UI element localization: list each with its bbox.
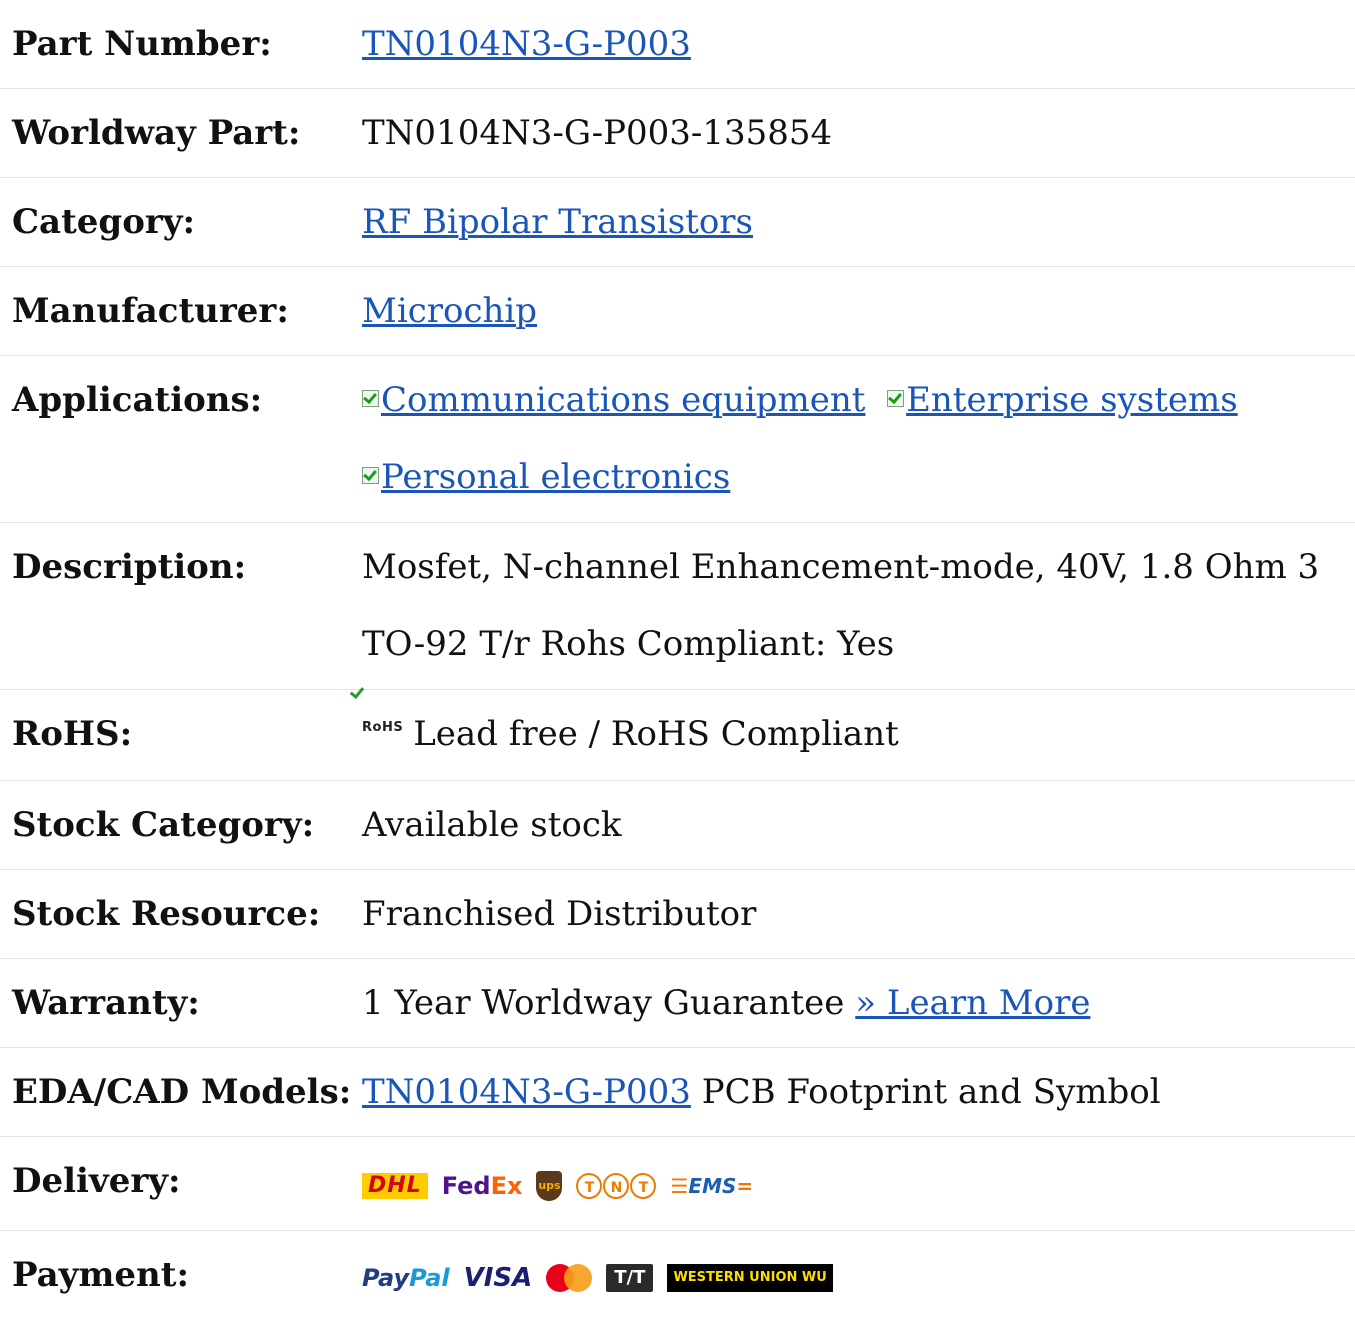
eda-cad-link[interactable]: TN0104N3-G-P003	[362, 1072, 691, 1112]
row-description: Description: Mosfet, N-channel Enhanceme…	[0, 523, 1355, 690]
fedex-logo-icon: FedEx	[441, 1172, 523, 1200]
worldway-part-label: Worldway Part:	[12, 113, 301, 153]
rohs-label: RoHS:	[12, 714, 133, 754]
stock-category-label: Stock Category:	[12, 805, 315, 845]
visa-logo-icon: VISA	[463, 1263, 533, 1293]
product-details-table: Part Number: TN0104N3-G-P003 Worldway Pa…	[0, 0, 1355, 1322]
description-label: Description:	[12, 547, 247, 587]
application-link-personal[interactable]: Personal electronics	[381, 457, 730, 497]
eda-cad-value: TN0104N3-G-P003 PCB Footprint and Symbol	[362, 1048, 1355, 1136]
mastercard-logo-icon	[546, 1264, 593, 1292]
description-value: Mosfet, N-channel Enhancement-mode, 40V,…	[362, 547, 1320, 664]
eda-cad-label: EDA/CAD Models:	[12, 1072, 352, 1112]
part-number-value: TN0104N3-G-P003	[362, 0, 1355, 88]
category-value: RF Bipolar Transistors	[362, 178, 1355, 266]
row-stock-category: Stock Category: Available stock	[0, 781, 1355, 870]
application-link-communications[interactable]: Communications equipment	[381, 380, 865, 420]
learn-more-link[interactable]: » Learn More	[855, 983, 1090, 1023]
row-category: Category: RF Bipolar Transistors	[0, 178, 1355, 267]
row-stock-resource: Stock Resource: Franchised Distributor	[0, 870, 1355, 959]
row-worldway-part: Worldway Part: TN0104N3-G-P003-135854	[0, 89, 1355, 178]
row-payment: Payment: PayPal VISA T/T WESTERN UNION W…	[0, 1231, 1355, 1322]
category-link[interactable]: RF Bipolar Transistors	[362, 202, 753, 242]
manufacturer-value: Microchip	[362, 267, 1355, 355]
part-number-label: Part Number:	[12, 24, 272, 64]
row-rohs: RoHS: RoHS Lead free / RoHS Compliant	[0, 690, 1355, 781]
rohs-value: RoHS Lead free / RoHS Compliant	[362, 690, 1355, 780]
row-eda-cad: EDA/CAD Models: TN0104N3-G-P003 PCB Foot…	[0, 1048, 1355, 1137]
application-link-enterprise[interactable]: Enterprise systems	[906, 380, 1238, 420]
checkbox-icon	[362, 466, 379, 484]
row-part-number: Part Number: TN0104N3-G-P003	[0, 0, 1355, 89]
stock-resource-label: Stock Resource:	[12, 894, 321, 934]
payment-label: Payment:	[12, 1255, 190, 1295]
rohs-check-icon: RoHS	[362, 684, 403, 772]
row-manufacturer: Manufacturer: Microchip	[0, 267, 1355, 356]
row-applications: Applications: Communications equipment E…	[0, 356, 1355, 523]
warranty-text: 1 Year Worldway Guarantee	[362, 983, 845, 1023]
checkbox-icon	[362, 389, 379, 407]
ems-logo-icon: ☰EMS=	[670, 1174, 754, 1198]
rohs-text: Lead free / RoHS Compliant	[413, 714, 899, 754]
applications-label: Applications:	[12, 380, 263, 420]
warranty-value: 1 Year Worldway Guarantee » Learn More	[362, 959, 1355, 1047]
manufacturer-link[interactable]: Microchip	[362, 291, 537, 331]
dhl-logo-icon: DHL	[362, 1173, 428, 1199]
row-warranty: Warranty: 1 Year Worldway Guarantee » Le…	[0, 959, 1355, 1048]
tnt-logo-icon: TNT	[576, 1173, 657, 1199]
western-union-logo-icon: WESTERN UNION WU	[667, 1264, 833, 1292]
checkbox-icon	[887, 389, 905, 407]
category-label: Category:	[12, 202, 196, 242]
warranty-label: Warranty:	[12, 983, 200, 1023]
stock-resource-value: Franchised Distributor	[362, 894, 757, 934]
manufacturer-label: Manufacturer:	[12, 291, 289, 331]
delivery-value: DHL FedEx ups TNT ☰EMS=	[362, 1137, 1355, 1230]
eda-cad-suffix: PCB Footprint and Symbol	[701, 1072, 1161, 1112]
part-number-link[interactable]: TN0104N3-G-P003	[362, 24, 691, 64]
telegraphic-transfer-logo-icon: T/T	[606, 1264, 654, 1292]
applications-value: Communications equipment Enterprise syst…	[362, 356, 1355, 522]
stock-category-value: Available stock	[362, 805, 622, 845]
paypal-logo-icon: PayPal	[362, 1264, 450, 1292]
row-delivery: Delivery: DHL FedEx ups TNT ☰EMS=	[0, 1137, 1355, 1231]
delivery-label: Delivery:	[12, 1161, 181, 1201]
worldway-part-value: TN0104N3-G-P003-135854	[362, 113, 833, 153]
ups-logo-icon: ups	[536, 1171, 563, 1201]
payment-value: PayPal VISA T/T WESTERN UNION WU	[362, 1231, 1355, 1322]
